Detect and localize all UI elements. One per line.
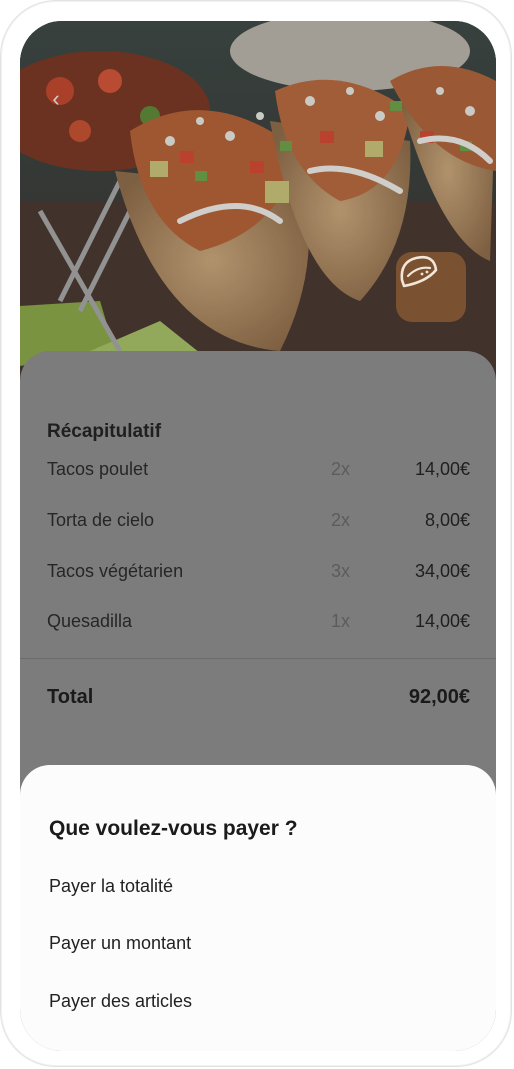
- item-price: 14,00€: [414, 459, 470, 479]
- item-price: 14,00€: [414, 611, 470, 631]
- tacos-photo: [20, 21, 496, 381]
- total-value: 92,00€: [408, 686, 470, 708]
- order-summary: Récapitulatif Tacos poulet 2x 14,00€ Tor…: [20, 351, 496, 811]
- payment-sheet: Que voulez-vous payer ? Payer la totalit…: [20, 765, 496, 1051]
- item-price: 34,00€: [414, 561, 470, 581]
- item-qty: 3x: [331, 561, 351, 581]
- payment-title: Que voulez-vous payer ?: [49, 817, 298, 840]
- item-qty: 1x: [331, 611, 351, 631]
- summary-item: Tacos végétarien 3x 34,00€: [47, 561, 470, 585]
- total-row: Total 92,00€: [47, 686, 470, 709]
- pay-items-option[interactable]: Payer des articles: [49, 991, 192, 1012]
- summary-item: Tacos poulet 2x 14,00€: [47, 459, 470, 483]
- hero-image: ‹: [20, 21, 496, 381]
- item-price: 8,00€: [424, 510, 470, 530]
- chevron-left-icon[interactable]: ‹: [44, 87, 68, 111]
- summary-item: Quesadilla 1x 14,00€: [47, 611, 470, 635]
- summary-title: Récapitulatif: [47, 421, 162, 442]
- item-name: Tacos végétarien: [47, 561, 184, 581]
- taco-icon: [400, 255, 438, 288]
- item-name: Tacos poulet: [47, 459, 149, 479]
- item-name: Torta de cielo: [47, 510, 155, 530]
- item-qty: 2x: [331, 459, 351, 479]
- pay-amount-option[interactable]: Payer un montant: [49, 933, 191, 954]
- summary-divider: [20, 658, 496, 659]
- total-label: Total: [47, 686, 94, 708]
- pay-full-option[interactable]: Payer la totalité: [49, 876, 173, 897]
- app-screen: ‹ Récapitulatif Tacos poulet 2x 14,00€ T…: [20, 21, 496, 1051]
- item-qty: 2x: [331, 510, 351, 530]
- summary-item: Torta de cielo 2x 8,00€: [47, 510, 470, 534]
- phone-frame: ‹ Récapitulatif Tacos poulet 2x 14,00€ T…: [0, 0, 512, 1067]
- taco-badge: [396, 252, 466, 322]
- item-name: Quesadilla: [47, 611, 133, 631]
